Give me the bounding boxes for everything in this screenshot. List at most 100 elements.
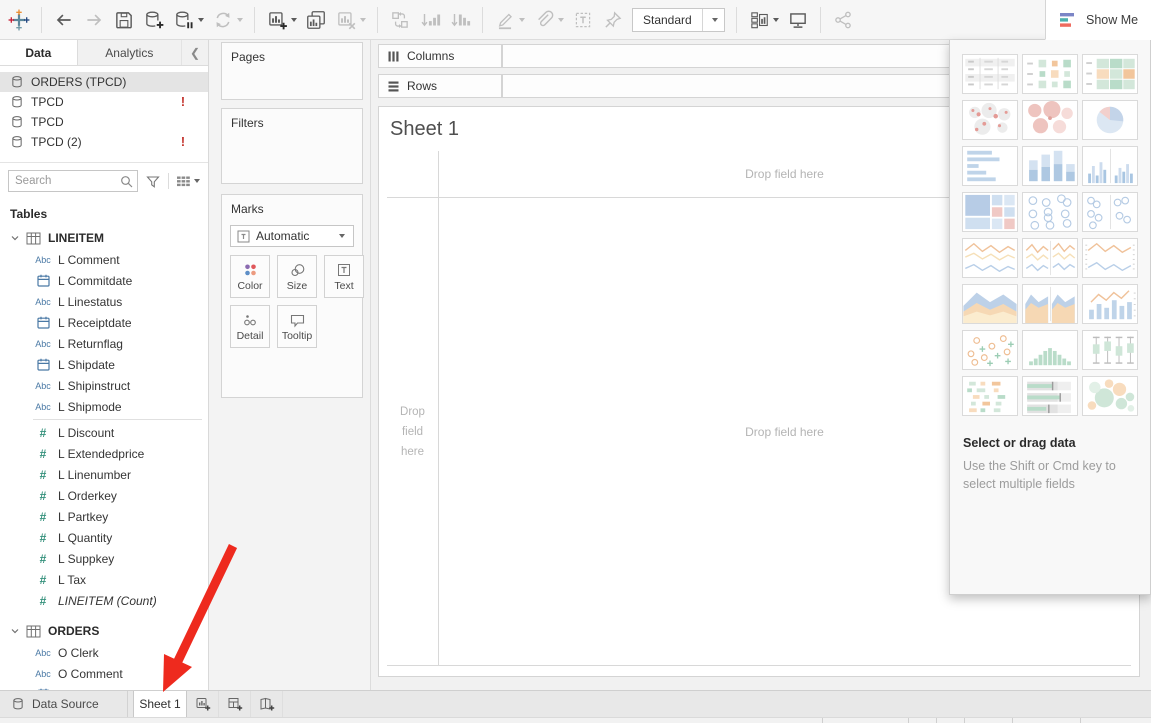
save-button[interactable] xyxy=(109,6,139,34)
new-story-tab-button[interactable] xyxy=(251,691,283,717)
showme-gantt[interactable] xyxy=(962,376,1018,416)
showme-dual-combination[interactable] xyxy=(1082,284,1138,324)
sheet1-tab[interactable]: Sheet 1 xyxy=(133,691,187,717)
data-source-tab-label: Data Source xyxy=(32,697,99,711)
showme-scatter-plot[interactable] xyxy=(962,330,1018,370)
field-item[interactable]: L Receiptdate xyxy=(0,312,208,333)
field-name: L Comment xyxy=(58,253,120,267)
new-worksheet-tab-button[interactable] xyxy=(187,691,219,717)
dimension-measure-divider xyxy=(33,419,202,420)
field-item[interactable]: L Shipdate xyxy=(0,354,208,375)
showme-highlight-table[interactable] xyxy=(1022,54,1078,94)
field-item[interactable]: #L Quantity xyxy=(0,527,208,548)
field-item[interactable]: #L Suppkey xyxy=(0,548,208,569)
field-item[interactable]: #LINEITEM (Count) xyxy=(0,590,208,611)
showme-horizontal-bars[interactable] xyxy=(962,146,1018,186)
tableau-logo-button[interactable] xyxy=(4,6,34,34)
pages-shelf[interactable]: Pages xyxy=(221,42,363,100)
search-input[interactable] xyxy=(9,171,137,191)
mark-type-dropdown[interactable]: Automatic xyxy=(230,225,354,247)
showme-packed-bubbles[interactable] xyxy=(1082,376,1138,416)
collapse-pane-icon[interactable]: ❮ xyxy=(182,40,208,65)
show-hide-cards-button[interactable] xyxy=(744,6,783,34)
database-icon xyxy=(11,135,23,149)
field-list: LINEITEMAbcL CommentL CommitdateAbcL Lin… xyxy=(0,227,208,690)
text-button[interactable]: Text xyxy=(324,255,364,298)
showme-heat-map[interactable] xyxy=(1082,54,1138,94)
datasource-item[interactable]: TPCD! xyxy=(0,92,208,112)
sheet-tab-bar: Data Source Sheet 1 xyxy=(0,690,1151,717)
new-dashboard-tab-button[interactable] xyxy=(219,691,251,717)
tooltip-button[interactable]: Tooltip xyxy=(277,305,317,348)
field-name: L Orderkey xyxy=(58,489,117,503)
data-source-tab[interactable]: Data Source xyxy=(0,691,128,717)
presentation-mode-button[interactable] xyxy=(783,6,813,34)
pause-auto-updates-button[interactable] xyxy=(169,6,208,34)
chevron-down-icon[interactable] xyxy=(702,9,724,31)
new-data-source-button[interactable] xyxy=(139,6,169,34)
showme-lines-continuous[interactable] xyxy=(962,238,1018,278)
showme-text-table[interactable] xyxy=(962,54,1018,94)
detail-label: Detail xyxy=(237,330,264,342)
filters-shelf[interactable]: Filters xyxy=(221,108,363,184)
showme-lines-discrete[interactable] xyxy=(1022,238,1078,278)
chevron-down-icon xyxy=(10,626,20,636)
field-item[interactable]: #L Discount xyxy=(0,422,208,443)
table-header-lineitem[interactable]: LINEITEM xyxy=(0,227,208,249)
field-item[interactable]: AbcO Clerk xyxy=(0,642,208,663)
showme-treemap[interactable] xyxy=(962,192,1018,232)
showme-side-by-side-bars[interactable] xyxy=(1082,146,1138,186)
color-button[interactable]: Color xyxy=(230,255,270,298)
field-item[interactable]: #L Orderkey xyxy=(0,485,208,506)
field-item[interactable]: AbcL Shipmode xyxy=(0,396,208,417)
showme-bullet-graph[interactable] xyxy=(1022,376,1078,416)
datasource-item[interactable]: TPCD xyxy=(0,112,208,132)
showme-pie-chart[interactable] xyxy=(1082,100,1138,140)
field-item[interactable]: #L Tax xyxy=(0,569,208,590)
field-item[interactable]: AbcO Comment xyxy=(0,663,208,684)
chevron-down-icon xyxy=(198,18,204,22)
field-item[interactable]: AbcL Shipinstruct xyxy=(0,375,208,396)
show-me-panel: Select or drag data Use the Shift or Cmd… xyxy=(949,40,1151,595)
undo-arrow-button[interactable] xyxy=(49,6,79,34)
table-header-orders[interactable]: ORDERS xyxy=(0,620,208,642)
new-story-icon xyxy=(259,696,275,712)
chevron-down-icon xyxy=(194,179,200,183)
show-me-footer-text: Use the Shift or Cmd key to select multi… xyxy=(963,457,1125,493)
tab-data[interactable]: Data xyxy=(0,40,78,65)
showme-filled-map[interactable] xyxy=(1022,100,1078,140)
showme-stacked-bars[interactable] xyxy=(1022,146,1078,186)
showme-circle-views[interactable] xyxy=(1022,192,1078,232)
status-divider xyxy=(908,718,909,723)
field-item[interactable]: #L Partkey xyxy=(0,506,208,527)
showme-area-continuous[interactable] xyxy=(962,284,1018,324)
showme-side-by-side-circles[interactable] xyxy=(1082,192,1138,232)
run-update-button xyxy=(208,6,247,34)
chevron-down-icon xyxy=(360,18,366,22)
size-button[interactable]: Size xyxy=(277,255,317,298)
tab-analytics[interactable]: Analytics xyxy=(78,40,182,65)
drop-zone-rows[interactable]: Drop field here xyxy=(387,197,438,666)
showme-dual-lines[interactable] xyxy=(1082,238,1138,278)
showme-histogram[interactable] xyxy=(1022,330,1078,370)
field-item[interactable]: AbcL Returnflag xyxy=(0,333,208,354)
datasource-item[interactable]: TPCD (2)! xyxy=(0,132,208,152)
show-me-button[interactable]: Show Me xyxy=(1045,0,1151,40)
detail-button[interactable]: Detail xyxy=(230,305,270,348)
field-item[interactable]: #L Linenumber xyxy=(0,464,208,485)
showme-box-and-whisker[interactable] xyxy=(1082,330,1138,370)
datasource-item[interactable]: ORDERS (TPCD) xyxy=(0,72,208,92)
field-item[interactable]: AbcL Comment xyxy=(0,249,208,270)
new-worksheet-button[interactable] xyxy=(262,6,301,34)
showme-symbol-map[interactable] xyxy=(962,100,1018,140)
field-item[interactable]: AbcL Linestatus xyxy=(0,291,208,312)
filter-fields-icon[interactable] xyxy=(143,172,163,191)
duplicate-sheet-button[interactable] xyxy=(301,6,331,34)
field-name: L Partkey xyxy=(58,510,108,524)
showme-area-discrete[interactable] xyxy=(1022,284,1078,324)
fit-selector-dropdown[interactable]: Standard xyxy=(632,8,725,32)
field-item[interactable]: #L Extendedprice xyxy=(0,443,208,464)
table-name: ORDERS xyxy=(48,624,99,638)
field-item[interactable]: L Commitdate xyxy=(0,270,208,291)
view-options-icon[interactable] xyxy=(174,173,202,190)
